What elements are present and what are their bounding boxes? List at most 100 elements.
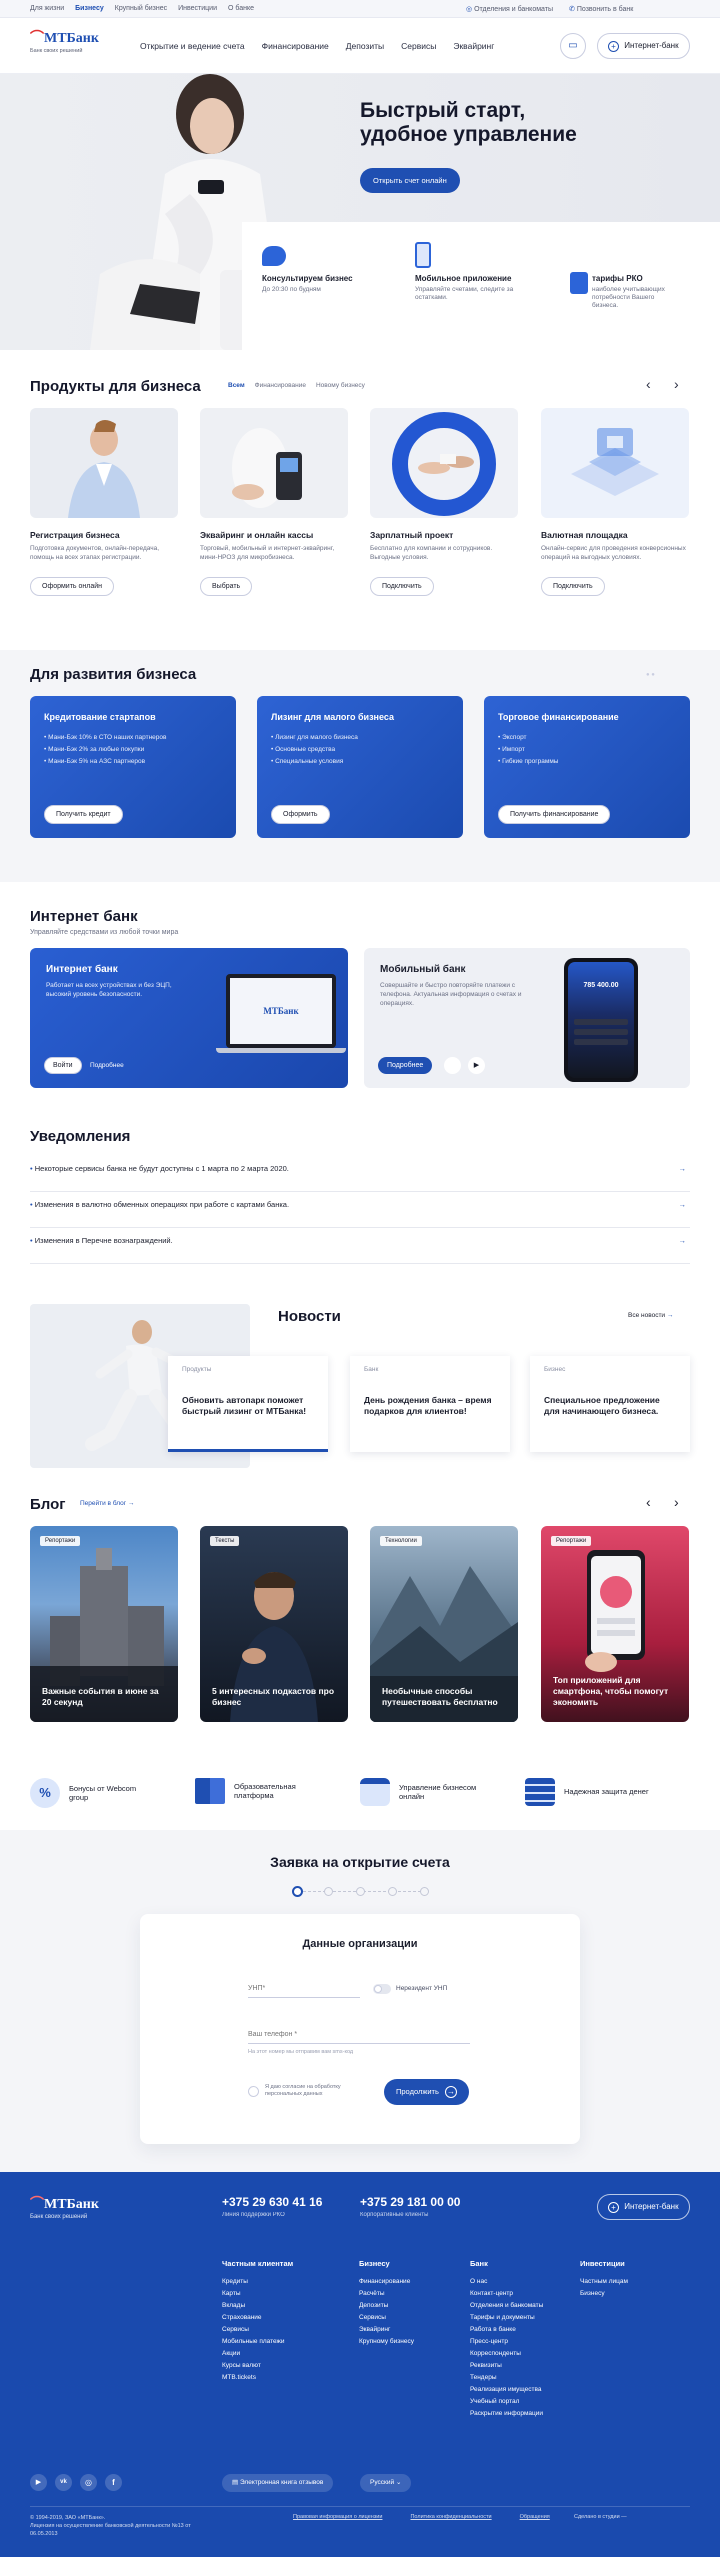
segment-corporate[interactable]: Крупный бизнес	[115, 5, 167, 12]
service-protection[interactable]: Надежная защита денег	[525, 1778, 695, 1806]
footer-link[interactable]: Реквизиты	[470, 2360, 543, 2372]
apple-store-icon[interactable]	[444, 1057, 461, 1074]
dev-card-leasing[interactable]: Лизинг для малого бизнеса • Лизинг для м…	[257, 696, 463, 838]
consent-checkbox[interactable]	[248, 2086, 259, 2097]
footer-link[interactable]: Крупному бизнесу	[359, 2336, 414, 2348]
product-card[interactable]: Зарплатный проект Бесплатно для компании…	[370, 408, 518, 596]
footer-link[interactable]: Сервисы	[222, 2324, 293, 2336]
footer-link[interactable]: Акции	[222, 2348, 293, 2360]
notice-item[interactable]: • Изменения в Перечне вознаграждений. →	[30, 1230, 690, 1264]
service-webcom[interactable]: % Бонусы от Webcom group	[30, 1778, 180, 1808]
notice-item[interactable]: • Некоторые сервисы банка не будут досту…	[30, 1158, 690, 1192]
nav-acquiring[interactable]: Эквайринг	[453, 41, 494, 51]
footer-link[interactable]: Тендеры	[470, 2372, 543, 2384]
mobile-bank-card[interactable]: Мобильный банк Совершайте и быстро повто…	[364, 948, 690, 1088]
blog-link[interactable]: Перейти в блог →	[80, 1500, 134, 1507]
footer-link[interactable]: Финансирование	[359, 2276, 414, 2288]
footer-link[interactable]: Расчёты	[359, 2288, 414, 2300]
mobile-more-button[interactable]: Подробнее	[378, 1057, 433, 1074]
service-management[interactable]: Управление бизнесом онлайн	[360, 1778, 530, 1806]
news-card[interactable]: Продукты Обновить автопарк поможет быстр…	[168, 1356, 328, 1452]
instagram-icon[interactable]: ◎	[80, 2474, 97, 2491]
offices-link[interactable]: ◎ Отделения и банкоматы	[466, 5, 553, 13]
login-button[interactable]: Войти	[44, 1057, 82, 1074]
dev-card-trade-finance[interactable]: Торговое финансирование • Экспорт • Импо…	[484, 696, 690, 838]
youtube-icon[interactable]: ▶	[30, 2474, 47, 2491]
carousel-next-icon[interactable]: ›	[674, 376, 679, 392]
product-card[interactable]: Эквайринг и онлайн кассы Торговый, мобил…	[200, 408, 348, 596]
carousel-prev-icon[interactable]: ‹	[646, 1494, 651, 1510]
blog-card[interactable]: Тексты 5 интересных подкастов про бизнес	[200, 1526, 348, 1722]
call-bank-link[interactable]: ✆ Позвонить в банк	[569, 5, 633, 13]
nav-account[interactable]: Открытие и ведение счета	[140, 41, 245, 51]
segment-life[interactable]: Для жизни	[30, 5, 64, 12]
chat-button[interactable]: ▭	[560, 33, 586, 59]
footer-link[interactable]: Бизнесу	[580, 2288, 628, 2300]
legal-link[interactable]: Политика конфиденциальности	[410, 2514, 491, 2520]
internet-bank-card[interactable]: Интернет банк Работает на всех устройств…	[30, 948, 348, 1088]
footer-link[interactable]: Мобильные платежи	[222, 2336, 293, 2348]
service-education[interactable]: Образовательная платформа	[195, 1778, 345, 1804]
product-card[interactable]: Регистрация бизнеса Подготовка документо…	[30, 408, 178, 596]
choose-acquiring-button[interactable]: Выбрать	[200, 577, 253, 596]
filter-new-business[interactable]: Новому бизнесу	[316, 382, 365, 389]
footer-link[interactable]: Сервисы	[359, 2312, 414, 2324]
footer-link[interactable]: Эквайринг	[359, 2324, 414, 2336]
footer-link[interactable]: О нас	[470, 2276, 543, 2288]
dev-card-startup-credit[interactable]: Кредитование стартапов • Мани-Бэк 10% в …	[30, 696, 236, 838]
filter-financing[interactable]: Финансирование	[255, 382, 306, 389]
footer-link[interactable]: MTB.tickets	[222, 2372, 293, 2384]
vk-icon[interactable]: vk	[55, 2474, 72, 2491]
nav-deposits[interactable]: Депозиты	[346, 41, 384, 51]
legal-link[interactable]: Обращения	[520, 2514, 550, 2520]
segment-investments[interactable]: Инвестиции	[178, 5, 217, 12]
facebook-icon[interactable]: f	[105, 2474, 122, 2491]
nav-financing[interactable]: Финансирование	[262, 41, 329, 51]
google-play-icon[interactable]: ▶	[468, 1057, 485, 1074]
ibank-more-link[interactable]: Подробнее	[90, 1062, 124, 1069]
footer-link[interactable]: Раскрытие информации	[470, 2408, 543, 2420]
segment-about[interactable]: О банке	[228, 5, 254, 12]
language-select[interactable]: Русский ⌄	[360, 2474, 412, 2492]
all-news-link[interactable]: Все новости →	[628, 1312, 673, 1319]
news-card[interactable]: Бизнес Специальное предложение для начин…	[530, 1356, 690, 1452]
register-online-button[interactable]: Оформить онлайн	[30, 577, 115, 596]
get-credit-button[interactable]: Получить кредит	[44, 805, 123, 824]
footer-link[interactable]: Контакт-центр	[470, 2288, 543, 2300]
logo[interactable]: ⌒МТБанк Банк своих решений	[30, 32, 99, 55]
nonresident-toggle[interactable]	[373, 1984, 391, 1994]
segment-business[interactable]: Бизнесу	[75, 5, 104, 12]
phone-input[interactable]	[248, 2026, 470, 2044]
unp-input[interactable]	[248, 1980, 360, 1998]
footer-link[interactable]: Реализация имущества	[470, 2384, 543, 2396]
footer-link[interactable]: Курсы валют	[222, 2360, 293, 2372]
nav-services[interactable]: Сервисы	[401, 41, 436, 51]
footer-link[interactable]: Карты	[222, 2288, 293, 2300]
footer-link[interactable]: Депозиты	[359, 2300, 414, 2312]
footer-link[interactable]: Кредиты	[222, 2276, 293, 2288]
leasing-apply-button[interactable]: Оформить	[271, 805, 330, 824]
footer-link[interactable]: Вклады	[222, 2300, 293, 2312]
get-financing-button[interactable]: Получить финансирование	[498, 805, 611, 824]
connect-currency-button[interactable]: Подключить	[541, 577, 605, 596]
footer-link[interactable]: Работа в банке	[470, 2324, 543, 2336]
footer-link[interactable]: Учебный портал	[470, 2396, 543, 2408]
blog-card[interactable]: Технологии Необычные способы путешествов…	[370, 1526, 518, 1722]
footer-logo[interactable]: ⌒МТБанк Банк своих решений	[30, 2198, 99, 2221]
legal-link[interactable]: Правовая информация о лицензии	[293, 2514, 382, 2520]
footer-link[interactable]: Отделения и банкоматы	[470, 2300, 543, 2312]
product-card[interactable]: Валютная площадка Онлайн-сервис для пров…	[541, 408, 689, 596]
filter-all[interactable]: Всем	[228, 382, 245, 389]
footer-link[interactable]: Тарифы и документы	[470, 2312, 543, 2324]
footer-link[interactable]: Страхование	[222, 2312, 293, 2324]
footer-link[interactable]: Пресс-центр	[470, 2336, 543, 2348]
news-card[interactable]: Банк День рождения банка – время подарко…	[350, 1356, 510, 1452]
blog-card[interactable]: Репортажи Топ приложений для смартфона, …	[541, 1526, 689, 1722]
footer-phone-corp[interactable]: +375 29 181 00 00 Корпоративные клиенты	[360, 2195, 460, 2218]
footer-link[interactable]: Частным лицам	[580, 2276, 628, 2288]
open-account-button[interactable]: Открыть счет онлайн	[360, 168, 460, 193]
notice-item[interactable]: • Изменения в валютно обменных операциях…	[30, 1194, 690, 1228]
blog-card[interactable]: Репортажи Важные события в июне за 20 се…	[30, 1526, 178, 1722]
internet-bank-button[interactable]: + Интернет-банк	[597, 33, 690, 59]
footer-link[interactable]: Корреспонденты	[470, 2348, 543, 2360]
